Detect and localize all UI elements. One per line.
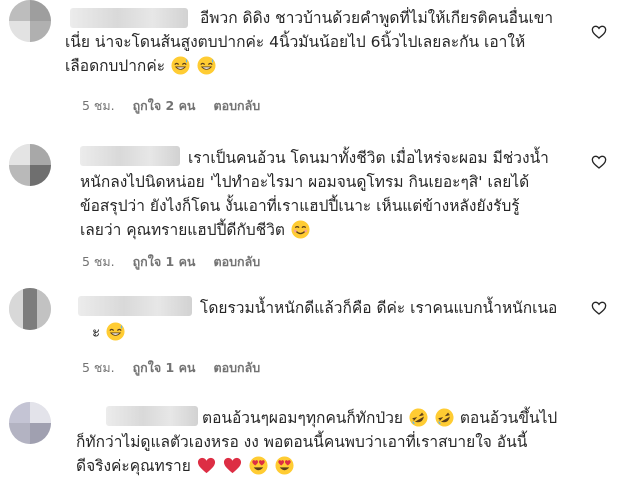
avatar[interactable] <box>9 0 51 42</box>
comment-text-cont: หนักลงไปนิดหน่อย 'ไปทำอะไรมา ผอมจนดูโทรม… <box>80 170 600 242</box>
comment-meta: 5 ชม. ถูกใจ 2 คน ตอบกลับ <box>82 96 260 116</box>
comment-text: ตอนอ้วนๆผอมๆทุกคนก็ทักป่วย ตอนอ้วนขึ้นไป <box>202 406 612 430</box>
grinning-sweat-emoji <box>106 322 125 341</box>
comment-line: หนักลงไปนิดหน่อย 'ไปทำอะไรมา ผอมจนดูโทรม… <box>80 173 530 191</box>
rofl-emoji <box>435 408 454 427</box>
reply-button[interactable]: ตอบกลับ <box>213 96 260 116</box>
comment-meta: 5 ชม. ถูกใจ 1 คน ตอบกลับ <box>82 358 260 378</box>
likes-count[interactable]: ถูกใจ 2 คน <box>133 96 196 116</box>
avatar[interactable] <box>9 288 51 330</box>
comment-line: ก็ทักว่าไม่ดูแลตัวเองหรอ งง พอตอนนี้คนพบ… <box>76 433 528 451</box>
rofl-emoji <box>409 408 428 427</box>
username-redacted[interactable] <box>70 8 188 28</box>
comment-text: อีพวก ดิดิง ชาวบ้านด้วยคำพูดที่ไม่ให้เกี… <box>200 6 590 30</box>
reply-button[interactable]: ตอบกลับ <box>213 358 260 378</box>
comment-line: อีพวก ดิดิง ชาวบ้านด้วยคำพูดที่ไม่ให้เกี… <box>200 9 554 27</box>
avatar[interactable] <box>9 402 51 444</box>
red-heart-emoji <box>197 457 215 474</box>
comment-line: ตอนอ้วนๆผอมๆทุกคนก็ทักป่วย <box>202 409 404 427</box>
comment-text-cont: เนี่ย น่าจะโดนส้นสูงตบปากค่ะ 4นิ้วมันน้อ… <box>65 30 595 78</box>
like-heart-icon[interactable] <box>591 154 607 170</box>
like-heart-icon[interactable] <box>591 24 607 40</box>
heart-eyes-emoji <box>249 456 268 475</box>
comment-line: โดยรวมน้ำหนักดีแล้วก็คือ ดีค่ะ เราคนแบกน… <box>200 299 558 317</box>
comment-line: ะ <box>92 323 101 341</box>
comment-text: เราเป็นคนอ้วน โดนมาทั้งชีวิต เมื่อไหร่จะ… <box>188 146 598 170</box>
comment-time: 5 ชม. <box>82 360 115 375</box>
comment-line: เลือดกบปากค่ะ <box>65 57 166 75</box>
comment-text-cont: ก็ทักว่าไม่ดูแลตัวเองหรอ งง พอตอนนี้คนพบ… <box>76 430 596 478</box>
comment-line: ดีจริงค่ะคุณทราย <box>76 457 191 475</box>
comment-text: โดยรวมน้ำหนักดีแล้วก็คือ ดีค่ะ เราคนแบกน… <box>200 296 600 320</box>
avatar[interactable] <box>9 144 51 186</box>
likes-count[interactable]: ถูกใจ 1 คน <box>133 252 196 272</box>
like-heart-icon[interactable] <box>591 300 607 316</box>
comment-line: ข้อสรุปว่า ยังไงก็โดน งั้นเอาที่เราแฮปปี… <box>80 197 520 215</box>
comment-line: ตอนอ้วนขึ้นไป <box>459 409 558 427</box>
comment-meta: 5 ชม. ถูกใจ 1 คน ตอบกลับ <box>82 252 260 272</box>
comment-line: เลยว่า คุณทรายแฮปปี้ดีกับชีวิต <box>80 221 285 239</box>
comment-time: 5 ชม. <box>82 254 115 269</box>
username-redacted[interactable] <box>80 146 180 166</box>
username-redacted[interactable] <box>106 406 198 426</box>
smiling-emoji <box>291 220 310 239</box>
comment-line: เนี่ย น่าจะโดนส้นสูงตบปากค่ะ 4นิ้วมันน้อ… <box>65 33 526 51</box>
comment-text-cont: ะ <box>92 320 292 344</box>
comment-line: เราเป็นคนอ้วน โดนมาทั้งชีวิต เมื่อไหร่จะ… <box>188 149 549 167</box>
comment-time: 5 ชม. <box>82 98 115 113</box>
red-heart-emoji <box>223 457 241 474</box>
reply-button[interactable]: ตอบกลับ <box>213 252 260 272</box>
likes-count[interactable]: ถูกใจ 1 คน <box>133 358 196 378</box>
grinning-sweat-emoji <box>197 56 216 75</box>
grinning-sweat-emoji <box>171 56 190 75</box>
heart-eyes-emoji <box>275 456 294 475</box>
username-redacted[interactable] <box>78 296 192 316</box>
